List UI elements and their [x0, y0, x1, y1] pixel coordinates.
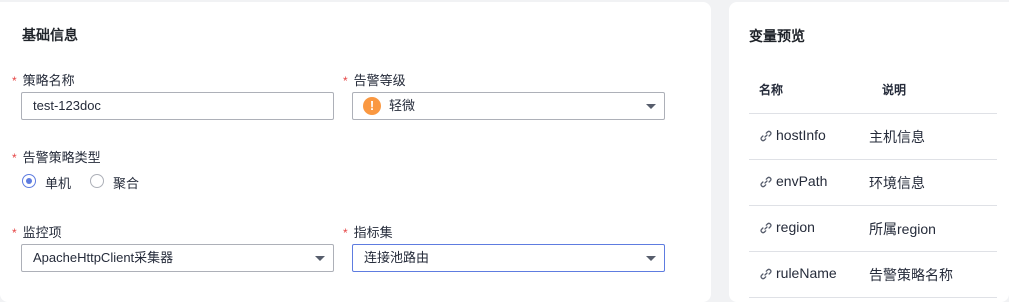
radio-aggregate-label: 聚合 — [113, 176, 140, 191]
var-desc-cell: 环境信息 — [869, 175, 925, 191]
chevron-down-icon — [646, 256, 656, 261]
metric-set-select[interactable]: 连接池路由 — [352, 244, 665, 272]
radio-aggregate-indicator[interactable] — [90, 174, 104, 188]
var-name-cell: region — [776, 219, 815, 235]
monitor-item-value: ApacheHttpClient采集器 — [33, 250, 174, 265]
required-mark: * — [343, 74, 348, 88]
required-mark: * — [12, 151, 17, 165]
var-name-cell: ruleName — [776, 265, 837, 281]
link-icon — [760, 268, 772, 280]
metric-set-value: 连接池路由 — [364, 250, 430, 265]
var-name-cell: envPath — [776, 173, 828, 189]
policy-type-label: * 告警策略类型 — [12, 147, 101, 166]
link-icon — [760, 222, 772, 234]
radio-single-label: 单机 — [45, 176, 72, 191]
monitor-item-label: * 监控项 — [12, 222, 62, 241]
row-divider — [749, 159, 997, 160]
policy-name-label: * 策略名称 — [12, 70, 75, 89]
column-header-desc: 说明 — [882, 83, 907, 97]
basic-info-title: 基础信息 — [22, 27, 78, 43]
chevron-down-icon — [315, 256, 325, 261]
policy-name-input[interactable]: test-123doc — [21, 92, 334, 120]
required-mark: * — [343, 226, 348, 240]
row-divider — [749, 297, 997, 298]
monitor-item-select[interactable]: ApacheHttpClient采集器 — [21, 244, 334, 272]
monitor-item-label-text: 监控项 — [22, 225, 62, 240]
alarm-level-value: 轻微 — [389, 98, 416, 113]
row-divider — [749, 251, 997, 252]
row-divider — [749, 113, 997, 114]
required-mark: * — [12, 74, 17, 88]
column-header-name: 名称 — [759, 83, 784, 97]
row-divider — [749, 205, 997, 206]
alarm-level-label-text: 告警等级 — [353, 73, 406, 88]
link-icon — [760, 176, 772, 188]
variable-preview-title: 变量预览 — [749, 28, 805, 44]
metric-set-label-text: 指标集 — [353, 225, 393, 240]
link-icon — [760, 130, 772, 142]
var-desc-cell: 所属region — [869, 221, 936, 237]
var-name-cell: hostInfo — [776, 127, 826, 143]
alarm-level-label: * 告警等级 — [343, 70, 406, 89]
var-desc-cell: 主机信息 — [869, 129, 925, 145]
radio-single-indicator[interactable] — [22, 174, 36, 188]
policy-name-label-text: 策略名称 — [22, 73, 75, 88]
required-mark: * — [12, 226, 17, 240]
policy-type-label-text: 告警策略类型 — [22, 150, 101, 165]
chevron-down-icon — [646, 104, 656, 109]
variable-preview-panel — [729, 2, 1009, 302]
metric-set-label: * 指标集 — [343, 222, 393, 241]
var-desc-cell: 告警策略名称 — [869, 267, 953, 283]
alarm-level-select[interactable]: ! 轻微 — [352, 92, 665, 120]
warning-icon: ! — [363, 97, 381, 115]
